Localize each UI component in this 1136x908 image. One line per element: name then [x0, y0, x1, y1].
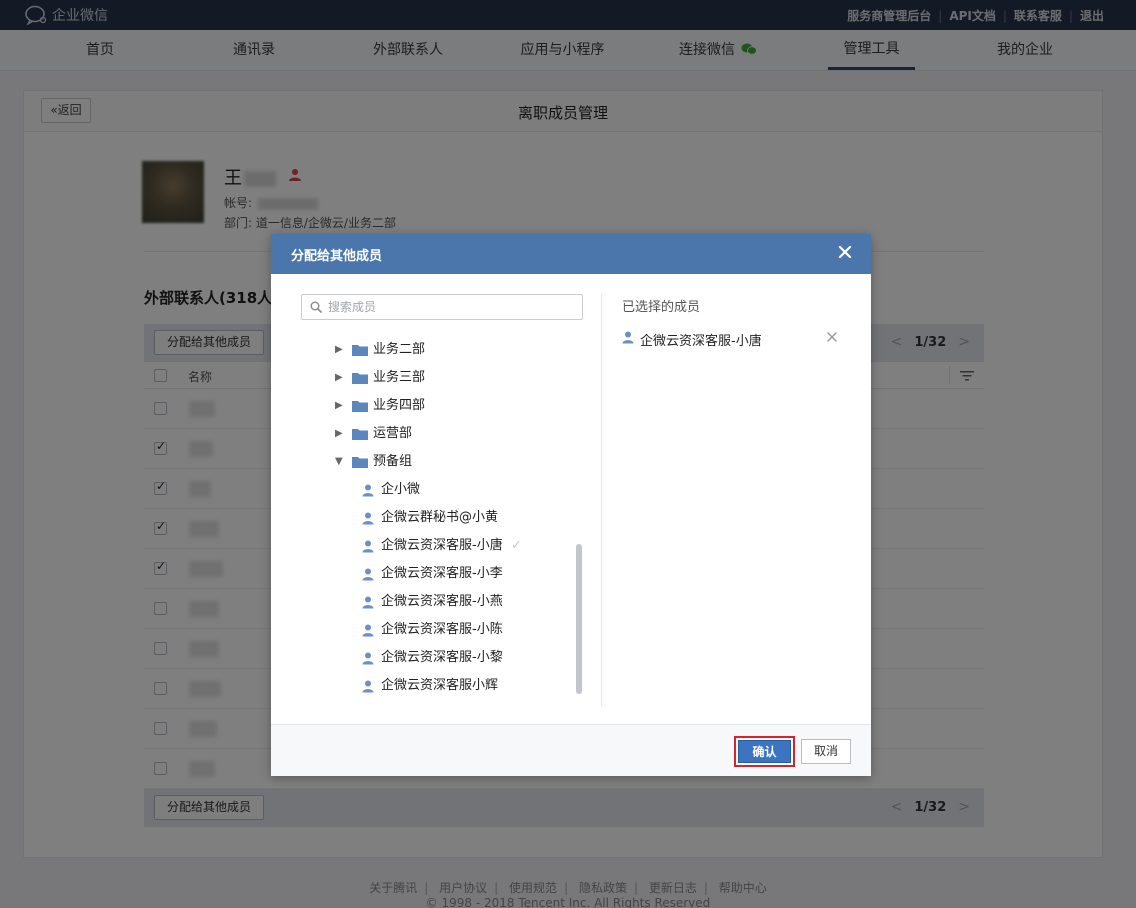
selected-title: 已选择的成员: [622, 300, 701, 315]
member-label: 企小微: [381, 482, 421, 497]
tree-member[interactable]: 企微云资深客服-小燕: [301, 588, 571, 616]
tree-member[interactable]: 企小微: [301, 476, 571, 504]
caret-down-icon[interactable]: ▼: [335, 448, 343, 476]
member-label: 企微云资深客服-小陈: [381, 622, 503, 637]
tree-department[interactable]: ▶ 业务三部: [301, 364, 571, 392]
user-icon: [362, 512, 374, 525]
search-icon: [310, 301, 322, 313]
selected-panel: 已选择的成员 企微云资深客服-小唐: [601, 294, 859, 706]
user-icon: [362, 624, 374, 637]
member-label: 企微云资深客服-小李: [381, 566, 503, 581]
tree-department[interactable]: ▶ 运营部: [301, 420, 571, 448]
department-label: 业务二部: [373, 342, 426, 357]
department-label: 业务四部: [373, 398, 426, 413]
user-icon: [362, 596, 374, 609]
caret-right-icon[interactable]: ▶: [335, 336, 343, 364]
selected-member: 企微云资深客服-小唐: [622, 330, 842, 349]
tree-member[interactable]: 企微云资深客服-小唐 ✓: [301, 532, 571, 560]
search-box: [301, 294, 583, 320]
assign-dialog: 分配给其他成员 ▶ 业务二部 ▶ 业务三部 ▶ 业务四部 ▶ 运营部 ▼ 预备组企小微企微云群秘书…: [271, 234, 871, 776]
user-icon: [362, 652, 374, 665]
tree-member[interactable]: 企微云资深客服-小黎: [301, 644, 571, 672]
folder-icon: [352, 373, 368, 384]
scrollbar-thumb[interactable]: [576, 544, 582, 694]
caret-right-icon[interactable]: ▶: [335, 420, 343, 448]
dialog-header: 分配给其他成员: [271, 234, 871, 274]
member-label: 企微云资深客服-小燕: [381, 594, 503, 609]
cancel-button[interactable]: 取消: [801, 739, 851, 764]
check-icon: ✓: [511, 538, 522, 553]
confirm-button[interactable]: 确认: [738, 740, 791, 763]
dialog-title: 分配给其他成员: [291, 249, 383, 264]
user-icon: [362, 540, 374, 553]
highlight-box: 确认: [734, 736, 795, 767]
department-label: 业务三部: [373, 370, 426, 385]
user-icon: [362, 568, 374, 581]
tree-department[interactable]: ▼ 预备组: [301, 448, 571, 476]
user-icon: [362, 484, 374, 497]
member-label: 企微云资深客服-小唐: [381, 538, 503, 553]
user-icon: [622, 331, 634, 344]
folder-icon: [352, 401, 368, 412]
folder-icon: [352, 429, 368, 440]
folder-icon: [352, 345, 368, 356]
tree-member[interactable]: 企微云资深客服-小陈: [301, 616, 571, 644]
member-label: 企微云群秘书@小黄: [381, 510, 499, 525]
close-icon[interactable]: [837, 244, 853, 260]
search-input[interactable]: [328, 298, 568, 316]
tree-member[interactable]: 企微云资深客服小辉: [301, 672, 571, 700]
tree-member[interactable]: 企微云群秘书@小黄: [301, 504, 571, 532]
department-label: 运营部: [373, 426, 413, 441]
member-label: 企微云资深客服-小黎: [381, 650, 503, 665]
folder-icon: [352, 457, 368, 468]
dialog-footer: 确认 取消: [271, 724, 871, 776]
member-picker: ▶业务二部▶业务三部▶业务四部▶运营部▼预备组企小微企微云群秘书@小黄企微云资深…: [301, 294, 583, 706]
member-label: 企微云资深客服小辉: [381, 678, 499, 693]
tree-department[interactable]: ▶ 业务二部: [301, 336, 571, 364]
caret-right-icon[interactable]: ▶: [335, 392, 343, 420]
tree-member[interactable]: 企微云资深客服-小李: [301, 560, 571, 588]
selected-member-label: 企微云资深客服-小唐: [640, 334, 762, 349]
remove-icon[interactable]: [826, 331, 838, 343]
department-label: 预备组: [373, 454, 413, 469]
tree-department[interactable]: ▶ 业务四部: [301, 392, 571, 420]
user-icon: [362, 680, 374, 693]
caret-right-icon[interactable]: ▶: [335, 364, 343, 392]
